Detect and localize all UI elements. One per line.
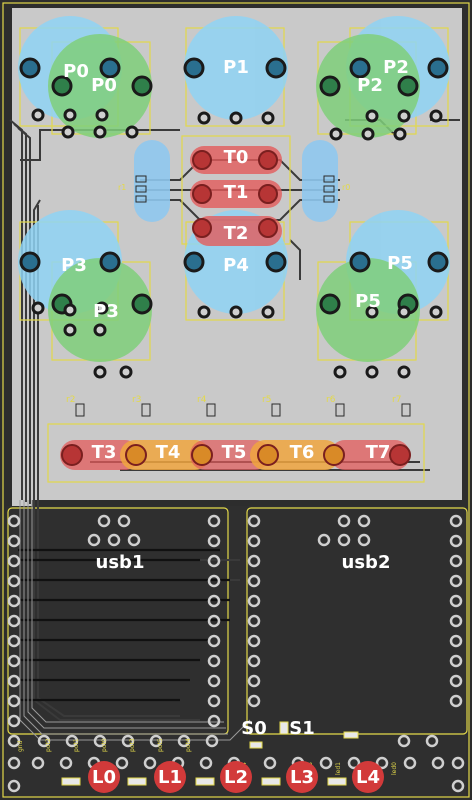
touch-label-t6: T6 bbox=[290, 442, 315, 463]
pot-label-p2-green: P2 bbox=[357, 75, 383, 96]
header-pin-label: led0 bbox=[391, 762, 398, 775]
pot-label-p3: P3 bbox=[61, 255, 87, 276]
resistor-label: r4 bbox=[197, 395, 207, 405]
switch-label-s0: S0 bbox=[241, 718, 267, 739]
usb2-label: usb2 bbox=[342, 552, 391, 573]
led-label-l2: L2 bbox=[224, 767, 248, 788]
header-pin-label: pot1 bbox=[73, 738, 80, 752]
led-label-l1: L1 bbox=[158, 767, 182, 788]
resistor-label: r5 bbox=[262, 395, 271, 405]
pot-label-p5: P5 bbox=[387, 253, 413, 274]
header-pin-label: led1 bbox=[335, 762, 342, 775]
pot-label-p0: P0 bbox=[63, 61, 89, 82]
touch-label-t7: T7 bbox=[366, 442, 391, 463]
touch-label-t4: T4 bbox=[156, 442, 181, 463]
pot-label-p4: P4 bbox=[223, 255, 249, 276]
pot-label-p3-green: P3 bbox=[93, 301, 119, 322]
pot-label-p2: P2 bbox=[383, 57, 409, 78]
resistor-label: r2 bbox=[66, 395, 75, 405]
resistor-label: r7 bbox=[392, 395, 401, 405]
header-pin-label: pot4 bbox=[185, 738, 192, 752]
touch-label-t3: T3 bbox=[92, 442, 117, 463]
pot-label-p0-green: P0 bbox=[91, 75, 117, 96]
touch-label-t1: T1 bbox=[224, 182, 249, 203]
pcb-layout: r2 r3 r4 r5 r6 r7 r1 r0 gnd pot2 pot1 po… bbox=[0, 0, 472, 800]
touch-label-t2: T2 bbox=[224, 223, 249, 244]
header-pin-label: gnd bbox=[17, 740, 24, 752]
touch-label-t5: T5 bbox=[222, 442, 247, 463]
pot-label-p1: P1 bbox=[223, 57, 249, 78]
usb1-label: usb1 bbox=[96, 552, 145, 573]
header-pin-label: pot0 bbox=[101, 738, 108, 752]
switch-label-s1: S1 bbox=[289, 718, 315, 739]
pot-label-p5-green: P5 bbox=[355, 291, 381, 312]
resistor-label: r3 bbox=[132, 395, 141, 405]
led-label-l4: L4 bbox=[356, 767, 380, 788]
header-pin-label: pot2 bbox=[45, 738, 52, 752]
led-label-l0: L0 bbox=[92, 767, 116, 788]
led-label-l3: L3 bbox=[290, 767, 314, 788]
resistor-label: r1 bbox=[118, 183, 126, 192]
header-pin-label: pot5 bbox=[157, 738, 164, 752]
touch-label-t0: T0 bbox=[224, 147, 249, 168]
resistor-label: r6 bbox=[326, 395, 336, 405]
resistor-label: r0 bbox=[342, 183, 350, 192]
header-pin-label: pot3 bbox=[129, 738, 136, 752]
